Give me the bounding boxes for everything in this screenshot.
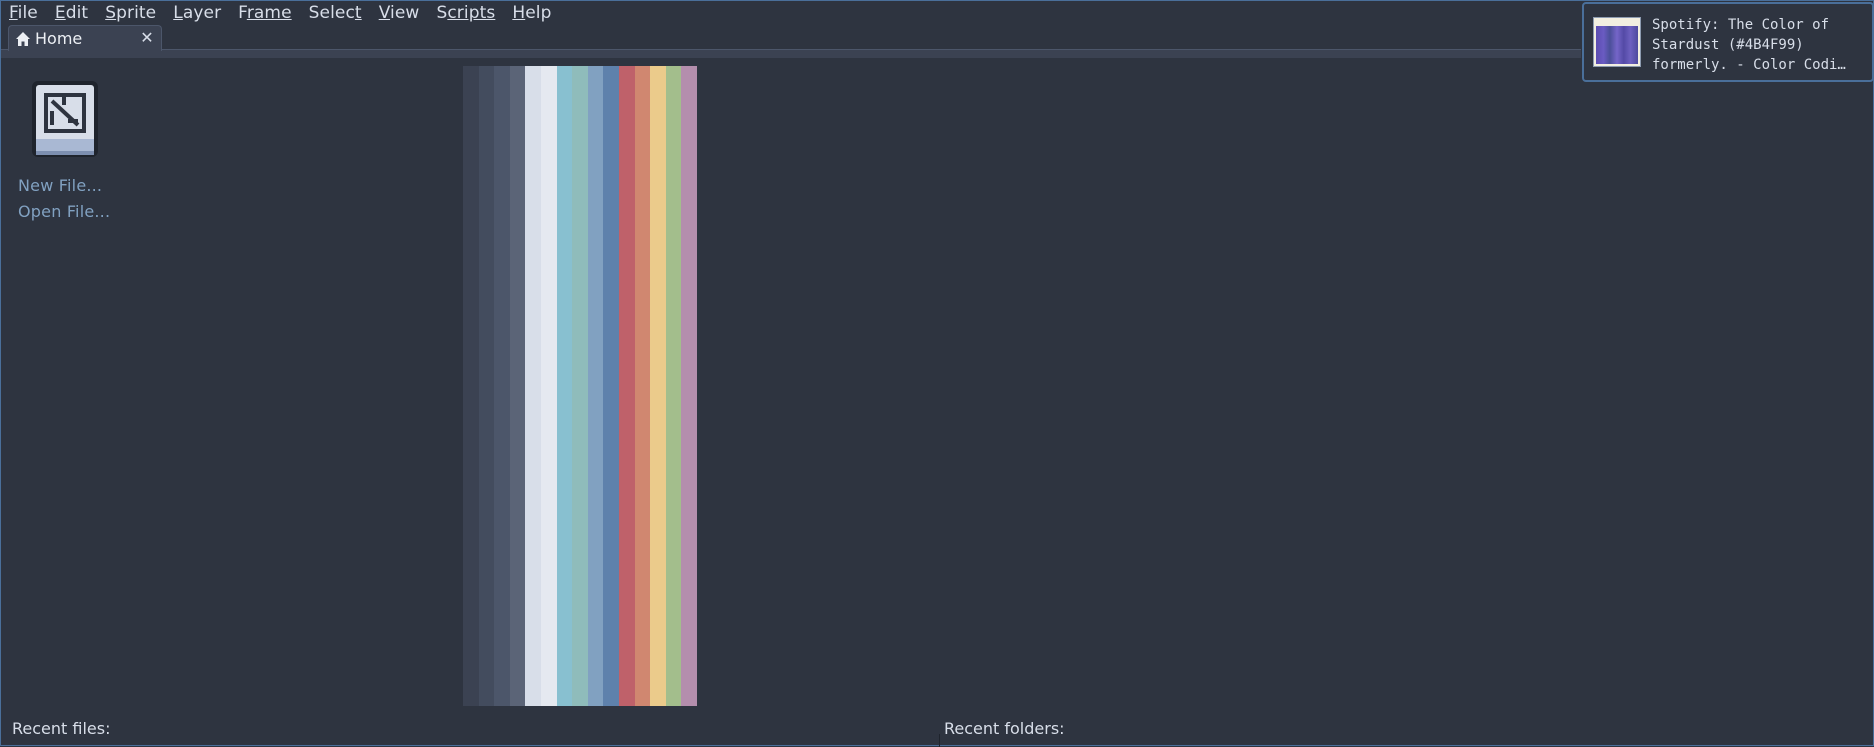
notification-line: formerly. - Color Codi… bbox=[1652, 57, 1846, 73]
palette-swatch bbox=[509, 66, 526, 706]
open-file-link[interactable]: Open File... bbox=[18, 202, 110, 221]
recent-divider bbox=[939, 734, 940, 747]
tab-strip bbox=[1, 25, 1581, 52]
menu-scripts[interactable]: Scripts bbox=[436, 3, 495, 23]
palette-swatch bbox=[681, 66, 697, 706]
palette-strip bbox=[463, 66, 697, 706]
app-logo bbox=[28, 79, 102, 159]
notification-toast[interactable]: Spotify: The Color of Stardust (#4B4F99)… bbox=[1582, 2, 1874, 82]
tab-home[interactable]: Home ✕ bbox=[8, 25, 162, 51]
menu-edit[interactable]: Edit bbox=[55, 3, 88, 23]
tab-strip-bar bbox=[1, 49, 1581, 58]
palette-swatch bbox=[478, 66, 495, 706]
palette-swatch bbox=[540, 66, 557, 706]
palette-swatch bbox=[463, 66, 479, 706]
menu-view[interactable]: View bbox=[379, 3, 420, 23]
palette-swatch bbox=[618, 66, 635, 706]
new-file-link[interactable]: New File... bbox=[18, 176, 102, 195]
home-icon bbox=[15, 31, 31, 47]
palette-swatch bbox=[634, 66, 651, 706]
palette-swatch bbox=[494, 66, 510, 706]
palette-swatch bbox=[587, 66, 604, 706]
menu-sprite[interactable]: Sprite bbox=[105, 3, 156, 23]
menu-frame[interactable]: Frame bbox=[238, 3, 291, 23]
palette-swatch bbox=[572, 66, 588, 706]
palette-swatch bbox=[650, 66, 666, 706]
notification-text: Spotify: The Color of Stardust (#4B4F99)… bbox=[1652, 15, 1864, 75]
menu-file[interactable]: File bbox=[9, 3, 38, 23]
thumbnail-image bbox=[1596, 26, 1638, 64]
palette-swatch bbox=[556, 66, 573, 706]
recent-folders-label: Recent folders: bbox=[944, 719, 1065, 738]
menu-select[interactable]: Select bbox=[309, 3, 362, 23]
app-window: File Edit Sprite Layer Frame Select View… bbox=[0, 0, 1874, 747]
palette-swatch bbox=[603, 66, 619, 706]
palette-swatch bbox=[665, 66, 682, 706]
close-icon[interactable]: ✕ bbox=[139, 29, 155, 47]
palette-swatch bbox=[525, 66, 541, 706]
notification-line: Spotify: The Color of bbox=[1652, 17, 1830, 33]
menu-layer[interactable]: Layer bbox=[173, 3, 221, 23]
notification-line: Stardust (#4B4F99) bbox=[1652, 37, 1804, 53]
menu-help[interactable]: Help bbox=[512, 3, 551, 23]
tab-home-label: Home bbox=[35, 29, 83, 48]
notification-thumbnail bbox=[1593, 17, 1641, 67]
recent-files-label: Recent files: bbox=[12, 719, 111, 738]
